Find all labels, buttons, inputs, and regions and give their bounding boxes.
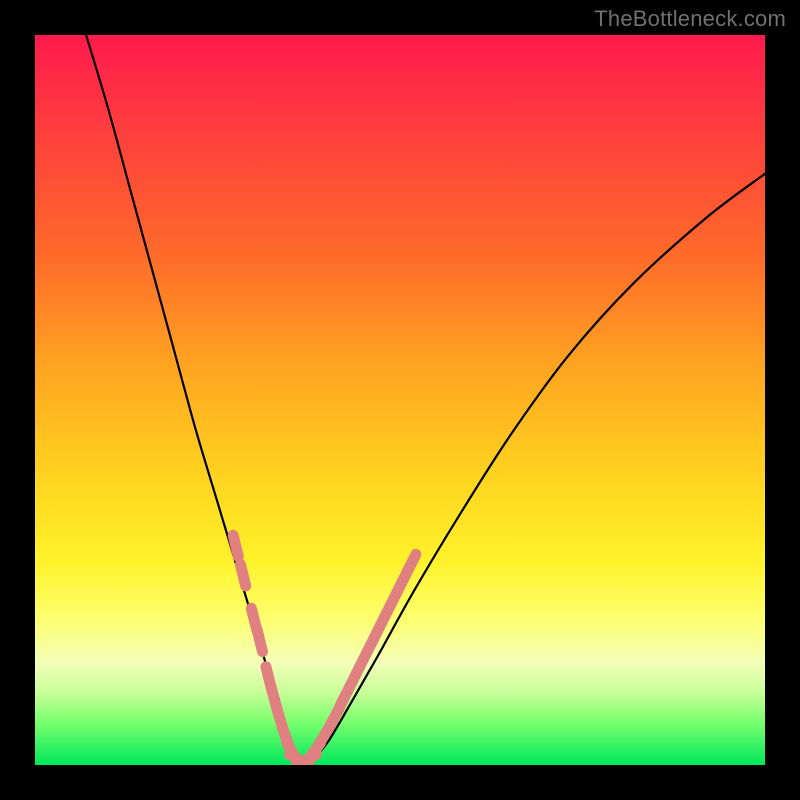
- curve-layer: [35, 35, 765, 765]
- chart-frame: TheBottleneck.com: [0, 0, 800, 800]
- watermark-text: TheBottleneck.com: [594, 6, 786, 32]
- marker-segment: [351, 664, 361, 684]
- plot-area: [35, 35, 765, 765]
- marker-segment: [384, 598, 394, 618]
- marker-cluster: [233, 535, 416, 765]
- marker-segment: [373, 620, 383, 640]
- marker-segment: [340, 686, 350, 706]
- marker-segment: [240, 565, 245, 586]
- curve-path: [86, 35, 765, 762]
- marker-segment: [395, 576, 405, 596]
- marker-segment: [406, 554, 416, 574]
- marker-segment: [257, 630, 262, 651]
- marker-segment: [233, 535, 238, 556]
- marker-segment: [362, 642, 372, 662]
- bottleneck-curve: [86, 35, 765, 762]
